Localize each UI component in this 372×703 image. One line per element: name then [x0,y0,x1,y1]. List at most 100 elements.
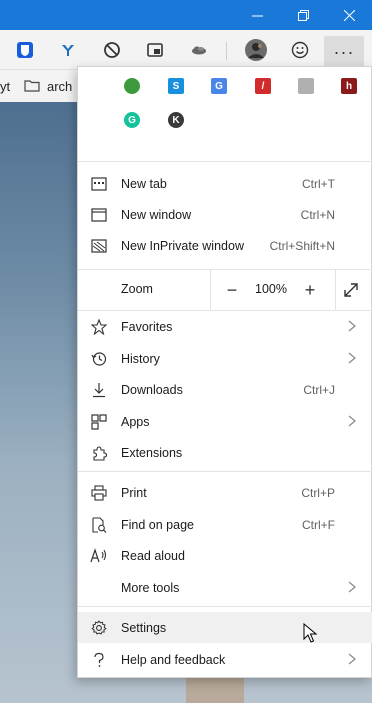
chevron-right-icon [348,352,356,364]
menu-item-help-and-feedback[interactable]: Help and feedback [78,644,372,675]
picture-in-picture-button[interactable] [142,37,168,63]
ext-translate-icon[interactable]: G [211,78,227,94]
restore-button[interactable] [280,0,326,30]
cloud-icon [192,46,206,55]
close-button[interactable] [326,0,372,30]
menu-item-print[interactable]: Print Ctrl+P [78,477,372,508]
chevron-right-icon [348,415,356,427]
fullscreen-button[interactable] [340,279,362,301]
minimize-button[interactable] [234,0,280,30]
page-image-tower [186,676,244,703]
history-icon [90,350,108,368]
zoom-box: − 100% + [210,270,336,310]
mouse-cursor-icon [303,623,317,643]
inprivate-icon [90,237,108,255]
folder-icon [24,79,40,97]
menu-item-apps[interactable]: Apps [78,406,372,437]
new-tab-icon [90,175,108,193]
menu-item-label: More tools [121,580,180,595]
menu-item-shortcut: Ctrl+N [300,207,335,222]
ext-skype-icon[interactable]: S [168,78,184,94]
menu-item-shortcut: Ctrl+J [303,382,335,397]
menu-item-label: Apps [121,414,150,429]
menu-item-label: Downloads [121,382,183,397]
zoom-in-button[interactable]: + [299,279,321,301]
zoom-out-button[interactable]: − [221,279,243,301]
menu-item-downloads[interactable]: Downloads Ctrl+J [78,374,372,405]
vpn-button[interactable] [55,37,81,63]
favorite-folder-arch[interactable]: arch [47,79,72,94]
cloud-button[interactable] [186,37,212,63]
menu-item-label: Read aloud [121,548,185,563]
download-icon [90,381,108,399]
menu-item-new-tab[interactable]: New tab Ctrl+T [78,168,372,199]
picture-in-picture-icon [147,43,163,57]
menu-item-history[interactable]: History [78,343,372,374]
menu-item-shortcut: Ctrl+F [302,517,335,532]
menu-item-label: New window [121,207,192,222]
fullscreen-icon [344,283,358,297]
menu-item-extensions[interactable]: Extensions [78,437,372,468]
profile-button[interactable] [243,37,269,63]
menu-item-settings[interactable]: Settings [78,612,372,643]
toolbar-separator [226,42,227,60]
menu-item-shortcut: Ctrl+T [302,176,335,191]
find-icon [90,516,108,534]
menu-item-new-window[interactable]: New window Ctrl+N [78,199,372,230]
printer-icon [90,484,108,502]
ext-red-dark-icon[interactable]: h [341,78,357,94]
menu-item-label: Print [121,485,147,500]
bitwarden-button[interactable] [12,37,38,63]
settings-menu: S G / h G K New tab Ctrl+T New window Ct… [77,66,372,678]
chevron-right-icon [348,581,356,593]
block-icon [104,42,120,58]
menu-item-shortcut: Ctrl+Shift+N [269,238,335,253]
menu-item-new-inprivate-window[interactable]: New InPrivate window Ctrl+Shift+N [78,230,372,261]
menu-item-favorites[interactable]: Favorites [78,311,372,342]
title-bar [0,0,372,30]
menu-item-read-aloud[interactable]: Read aloud [78,540,372,571]
zoom-level: 100% [255,282,287,296]
menu-item-label: History [121,351,160,366]
ext-grammarly-icon[interactable]: G [124,112,140,128]
emoji-icon [291,41,309,59]
ext-k-icon[interactable]: K [168,112,184,128]
ext-grey-icon[interactable] [298,78,314,94]
settings-and-more-button[interactable]: ··· [324,36,364,68]
question-icon [90,651,108,669]
menu-item-shortcut: Ctrl+P [301,485,335,500]
browser-toolbar [0,30,372,70]
block-button[interactable] [99,37,125,63]
menu-divider [78,161,372,162]
menu-item-label: New InPrivate window [121,238,244,253]
bitwarden-icon [17,42,33,58]
chevron-right-icon [348,320,356,332]
minimize-icon [251,15,263,16]
menu-divider [78,471,372,472]
close-icon [343,9,355,21]
zoom-label: Zoom [121,282,153,296]
menu-item-label: Extensions [121,445,183,460]
puzzle-icon [90,444,108,462]
star-icon [90,318,108,336]
menu-item-label: Help and feedback [121,652,226,667]
feedback-button[interactable] [287,37,313,63]
menu-item-label: Settings [121,620,167,635]
profile-avatar [245,39,267,61]
menu-item-label: New tab [121,176,167,191]
gear-icon [90,619,108,637]
ext-green-icon[interactable] [124,78,140,94]
menu-divider [78,606,372,607]
chevron-right-icon [348,653,356,665]
zoom-control: Zoom − 100% + [78,270,372,310]
menu-item-find-on-page[interactable]: Find on page Ctrl+F [78,509,372,540]
menu-item-label: Find on page [121,517,194,532]
read-aloud-icon [90,547,108,565]
menu-item-more-tools[interactable]: More tools [78,572,372,603]
ext-pdf-icon[interactable]: / [255,78,271,94]
favorite-item-yt[interactable]: yt [0,79,10,94]
menu-item-label: Favorites [121,319,173,334]
restore-icon [297,9,309,21]
apps-icon [90,413,108,431]
vpn-icon [62,45,74,56]
